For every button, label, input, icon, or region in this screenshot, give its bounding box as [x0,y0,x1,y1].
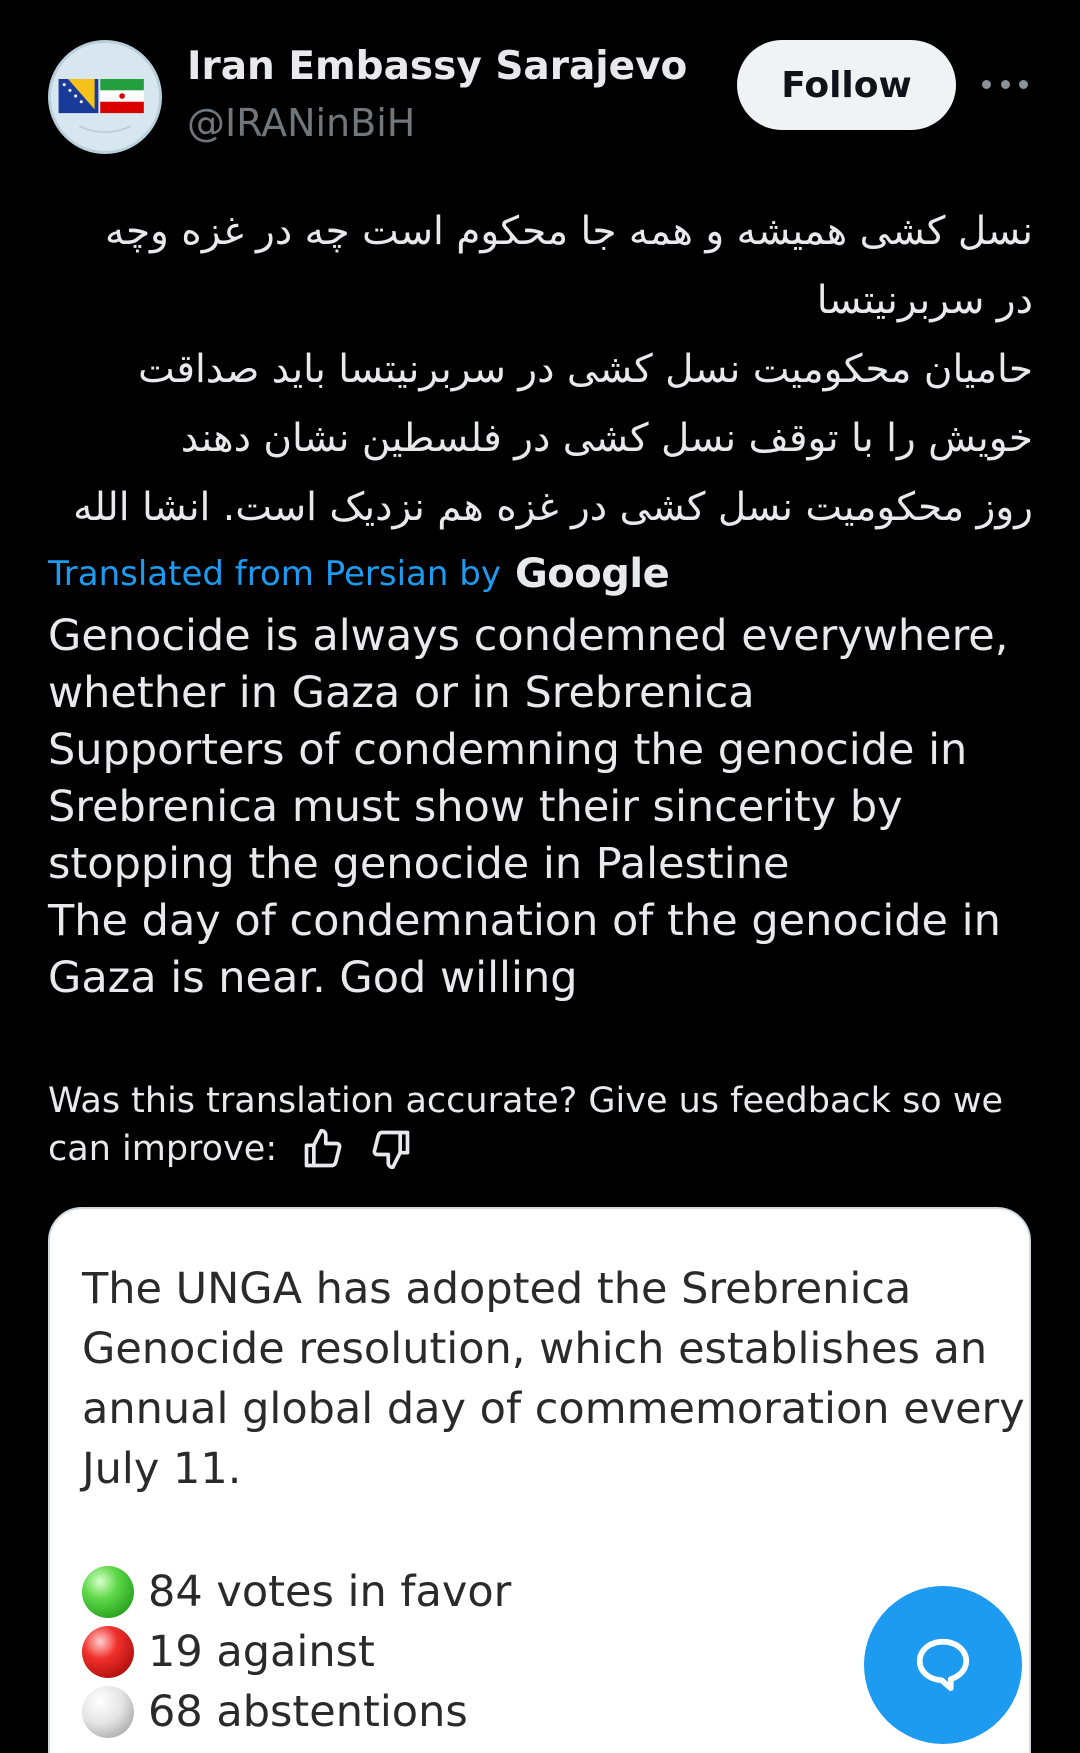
translation-line: stopping the genocide in Palestine [48,839,790,889]
follow-button[interactable]: Follow [737,40,956,130]
translated-from-link[interactable]: Translated from Persian by [48,554,501,594]
card-text-line: July 11. [82,1444,242,1494]
embassy-flags-logo [51,43,159,151]
persian-line: روز محکومیت نسل کشی در غزه هم نزدیک است.… [73,485,1033,530]
compose-reply-button[interactable] [864,1586,1022,1744]
translation-line: Srebrenica must show their sincerity by [48,782,903,832]
translation-line: Supporters of condemning the genocide in [48,725,968,775]
feedback-question-end: can improve: [48,1129,278,1169]
feedback-row: can improve: [48,1125,1048,1173]
more-dot [1019,79,1028,89]
card-text-line: Genocide resolution, which establishes a… [82,1324,988,1374]
translation-line: The day of condemnation of the genocide … [48,896,1001,946]
red-circle-icon [82,1626,134,1678]
vote-label: 84 votes in favor [148,1567,512,1617]
tweet-page: Iran Embassy Sarajevo @IRANinBiH Follow … [0,0,1080,1753]
vote-results: 84 votes in favor 19 against 68 abstenti… [82,1562,511,1742]
compose-reply-icon [916,1638,970,1692]
more-horizontal-icon[interactable] [982,74,1028,94]
card-text-line: annual global day of commemoration every [82,1384,1025,1434]
user-handle[interactable]: @IRANinBiH [187,101,415,145]
thumbs-up-icon[interactable] [301,1127,345,1171]
green-circle-icon [82,1566,134,1618]
post-original-text: نسل کشی همیشه و همه جا محکوم است چه در غ… [48,197,1033,542]
vote-row-abstentions: 68 abstentions [82,1682,511,1742]
google-logo: Google [514,551,670,597]
translation-attribution: Translated from Persian by Google [48,550,670,598]
vote-label: 19 against [148,1627,375,1677]
white-circle-icon [82,1686,134,1738]
translation-line: Gaza is near. God willing [48,953,578,1003]
post-translated-text: Genocide is always condemned everywhere,… [48,608,1058,1007]
display-name[interactable]: Iran Embassy Sarajevo [187,44,687,89]
translation-line: whether in Gaza or in Srebrenica [48,668,755,718]
card-text-line: The UNGA has adopted the Srebrenica [82,1264,912,1314]
profile-avatar[interactable] [48,40,162,154]
persian-line: خویش را با توقف نسل کشی در فلسطین نشان د… [180,416,1033,461]
card-text: The UNGA has adopted the Srebrenica Geno… [82,1259,1025,1499]
more-dot [982,79,991,89]
vote-row-favor: 84 votes in favor [82,1562,511,1622]
persian-line: در سربرنیتسا [816,278,1033,323]
translation-line: Genocide is always condemned everywhere, [48,611,1009,661]
vote-row-against: 19 against [82,1622,511,1682]
feedback-question: Was this translation accurate? Give us f… [48,1081,1003,1121]
more-dot [1000,79,1010,89]
translation-feedback: Was this translation accurate? Give us f… [48,1077,1048,1173]
thumbs-down-icon[interactable] [369,1127,413,1171]
persian-line: حامیان محکومیت نسل کشی در سربرنیتسا باید… [138,347,1033,392]
vote-label: 68 abstentions [148,1687,468,1737]
persian-line: نسل کشی همیشه و همه جا محکوم است چه در غ… [105,209,1033,254]
